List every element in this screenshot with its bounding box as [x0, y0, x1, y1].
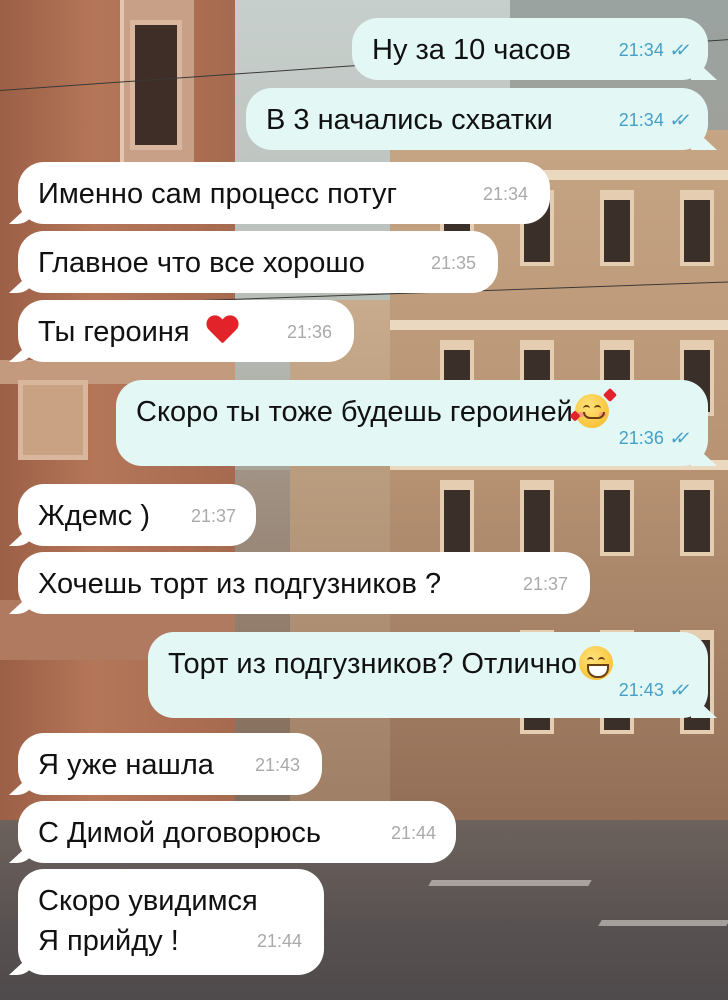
message-text: Именно сам процесс потуг	[38, 178, 398, 210]
message-time: 21:44	[390, 823, 436, 843]
message-text: Я уже нашла	[38, 749, 214, 781]
message-incoming[interactable]: Хочешь торт из подгузников ? 21:37	[18, 552, 590, 614]
message-text: Скоро увидимся Я прийду !	[38, 885, 258, 957]
message-text: В 3 начались схватки	[266, 104, 553, 136]
message-time: 21:44	[256, 931, 302, 951]
message-incoming[interactable]: С Димой договорюсь 21:44	[18, 801, 456, 863]
message-outgoing[interactable]: Ну за 10 часов 21:34 ✓✓	[352, 18, 708, 80]
message-text: Ждемс )	[38, 500, 150, 532]
message-time: 21:43	[254, 755, 300, 775]
message-incoming[interactable]: Ты героиня 21:36	[18, 300, 354, 362]
message-time: 21:37	[522, 574, 568, 594]
message-text: Торт из подгузников? Отлично	[168, 648, 577, 680]
message-incoming[interactable]: Именно сам процесс потуг 21:34	[18, 162, 550, 224]
message-outgoing[interactable]: Торт из подгузников? Отлично 21:43 ✓✓	[148, 632, 708, 718]
message-incoming[interactable]: Главное что все хорошо 21:35	[18, 231, 498, 293]
message-text: Ну за 10 часов	[372, 34, 571, 66]
red-heart-emoji	[206, 316, 238, 346]
message-incoming[interactable]: Я уже нашла 21:43	[18, 733, 322, 795]
double-check-icon: ✓✓	[668, 680, 684, 700]
message-incoming[interactable]: Ждемс ) 21:37	[18, 484, 256, 546]
grinning-face-emoji	[578, 646, 613, 680]
double-check-icon: ✓✓	[668, 110, 684, 130]
message-outgoing[interactable]: В 3 начались схватки 21:34 ✓✓	[246, 88, 708, 150]
message-text: Скоро ты тоже будешь героиней	[136, 396, 573, 428]
message-list[interactable]: Ну за 10 часов 21:34 ✓✓ В 3 начались схв…	[0, 0, 728, 1000]
smiling-face-with-hearts-emoji	[569, 387, 617, 428]
message-time: 21:43	[618, 680, 664, 700]
double-check-icon: ✓✓	[668, 40, 684, 60]
message-text: Ты героиня	[38, 316, 190, 348]
message-time: 21:37	[190, 506, 236, 526]
message-incoming[interactable]: Скоро увидимся Я прийду ! 21:44	[18, 869, 324, 975]
message-text: Главное что все хорошо	[38, 247, 365, 279]
message-time: 21:35	[430, 253, 476, 273]
message-time: 21:36	[286, 322, 332, 342]
message-time: 21:34	[482, 184, 528, 204]
double-check-icon: ✓✓	[668, 428, 684, 448]
message-time: 21:34	[618, 40, 664, 60]
message-time: 21:36	[618, 428, 664, 448]
message-time: 21:34	[618, 110, 664, 130]
message-text: С Димой договорюсь	[38, 817, 321, 849]
message-text: Хочешь торт из подгузников ?	[38, 568, 442, 600]
message-outgoing[interactable]: Скоро ты тоже будешь героиней 21:36 ✓✓	[116, 380, 708, 466]
